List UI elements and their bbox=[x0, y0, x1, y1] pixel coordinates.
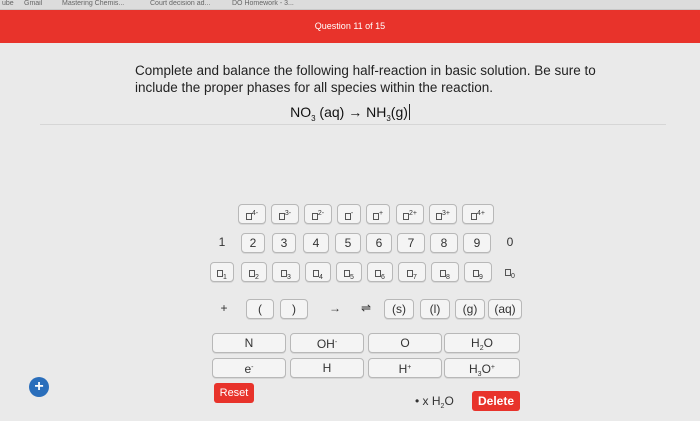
digit-3-button[interactable]: 3 bbox=[272, 233, 296, 253]
product-formula: NH bbox=[366, 104, 387, 120]
subscript-0-button[interactable]: 0 bbox=[496, 262, 524, 282]
arrow-operator-button[interactable]: → bbox=[320, 299, 350, 319]
subscript-5-button[interactable]: 5 bbox=[336, 262, 362, 282]
divider bbox=[40, 124, 666, 125]
text-cursor bbox=[408, 104, 410, 120]
subscript-6-button[interactable]: 6 bbox=[367, 262, 393, 282]
hydroxide-button[interactable]: OH- bbox=[290, 333, 364, 353]
subscript-3-button[interactable]: 3 bbox=[272, 262, 300, 282]
charge-plus-button[interactable]: + bbox=[366, 204, 390, 224]
question-header: Question 11 of 15 bbox=[0, 10, 700, 43]
charge-2plus-button[interactable]: 2+ bbox=[396, 204, 424, 224]
proton-button[interactable]: H+ bbox=[368, 358, 442, 378]
question-counter: Question 11 of 15 bbox=[314, 21, 386, 31]
oxygen-button[interactable]: O bbox=[368, 333, 442, 353]
bookmark-item[interactable]: Mastering Chemis... bbox=[62, 0, 124, 8]
solid-phase-button[interactable]: (s) bbox=[384, 299, 414, 319]
digit-7-button[interactable]: 7 bbox=[397, 233, 425, 253]
reaction-input[interactable]: NO3 (aq) → NH3(g) bbox=[0, 104, 700, 123]
digit-5-button[interactable]: 5 bbox=[335, 233, 361, 253]
subscript-7-button[interactable]: 7 bbox=[398, 262, 426, 282]
digit-2-button[interactable]: 2 bbox=[241, 233, 265, 253]
hydronium-button[interactable]: H3O+ bbox=[444, 358, 520, 378]
subscript-8-button[interactable]: 8 bbox=[431, 262, 459, 282]
digit-9-button[interactable]: 9 bbox=[463, 233, 491, 253]
delete-button[interactable]: Delete bbox=[472, 391, 520, 411]
reset-button[interactable]: Reset bbox=[214, 383, 254, 403]
liquid-phase-button[interactable]: (l) bbox=[420, 299, 450, 319]
electron-button[interactable]: e- bbox=[212, 358, 286, 378]
digit-8-button[interactable]: 8 bbox=[430, 233, 458, 253]
reactant-subscript: 3 bbox=[311, 113, 316, 123]
charge-3minus-button[interactable]: 3- bbox=[271, 204, 299, 224]
digit-0-button[interactable]: 0 bbox=[497, 233, 523, 253]
plus-operator-button[interactable]: + bbox=[212, 299, 236, 319]
reactant-formula: NO bbox=[290, 104, 312, 120]
charge-minus-button[interactable]: - bbox=[337, 204, 361, 224]
charge-4plus-button[interactable]: 4+ bbox=[462, 204, 494, 224]
hydrogen-button[interactable]: H bbox=[290, 358, 364, 378]
digit-4-button[interactable]: 4 bbox=[303, 233, 329, 253]
aqueous-phase-button[interactable]: (aq) bbox=[488, 299, 522, 319]
subscript-1-button[interactable]: 1 bbox=[210, 262, 234, 282]
bookmark-item[interactable]: DO Homework - 3... bbox=[232, 0, 294, 8]
bookmark-item[interactable]: Court decision ad... bbox=[150, 0, 210, 8]
subscript-2-button[interactable]: 2 bbox=[241, 262, 267, 282]
bookmark-item[interactable]: Gmail bbox=[24, 0, 42, 8]
gas-phase-button[interactable]: (g) bbox=[455, 299, 485, 319]
digit-6-button[interactable]: 6 bbox=[366, 233, 392, 253]
equilibrium-operator-button[interactable]: ⇌ bbox=[352, 299, 380, 319]
bookmark-item[interactable]: ube bbox=[2, 0, 14, 8]
charge-2minus-button[interactable]: 2- bbox=[304, 204, 332, 224]
add-icon[interactable]: + bbox=[29, 377, 49, 397]
reaction-arrow: → bbox=[348, 104, 363, 120]
digit-1-button[interactable]: 1 bbox=[210, 233, 234, 253]
subscript-9-button[interactable]: 9 bbox=[464, 262, 492, 282]
subscript-4-button[interactable]: 4 bbox=[305, 262, 331, 282]
charge-3plus-button[interactable]: 3+ bbox=[429, 204, 457, 224]
open-paren-button[interactable]: ( bbox=[246, 299, 274, 319]
product-phase: (g) bbox=[390, 104, 408, 120]
x-water-button[interactable]: • x H2O bbox=[415, 391, 465, 411]
reactant-phase: (aq) bbox=[319, 104, 345, 120]
nitrogen-button[interactable]: N bbox=[212, 333, 286, 353]
question-prompt: Complete and balance the following half-… bbox=[135, 63, 596, 95]
bookmarks-bar: ube Gmail Mastering Chemis... Court deci… bbox=[0, 0, 700, 10]
charge-4minus-button[interactable]: 4- bbox=[238, 204, 266, 224]
water-button[interactable]: H2O bbox=[444, 333, 520, 353]
close-paren-button[interactable]: ) bbox=[280, 299, 308, 319]
